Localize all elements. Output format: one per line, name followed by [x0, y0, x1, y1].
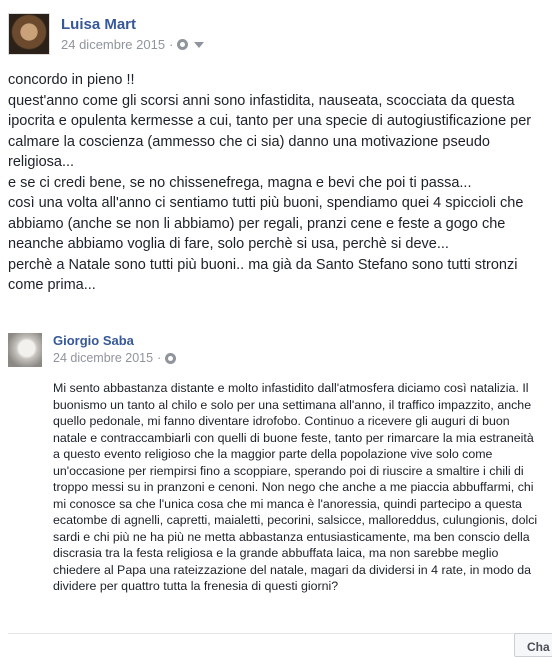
post-date[interactable]: 24 dicembre 2015	[61, 37, 165, 52]
post-paragraph: perchè a Natale sono tutti più buoni.. m…	[8, 256, 518, 294]
reply-text: Mi sento abbastanza distante e molto inf…	[53, 381, 538, 593]
post-paragraph: concordo in pieno !!	[8, 72, 135, 88]
divider	[8, 633, 544, 634]
post-meta: 24 dicembre 2015 ·	[61, 37, 205, 52]
reply-author-avatar[interactable]	[8, 333, 42, 367]
post-body: concordo in pieno !! quest'anno come gli…	[8, 70, 544, 296]
chevron-down-icon[interactable]	[194, 41, 205, 48]
facebook-post: Luisa Mart 24 dicembre 2015 · concordo i…	[0, 0, 552, 657]
reply-author-name[interactable]: Giorgio Saba	[53, 333, 134, 348]
post-paragraph: così una volta all'anno ci sentiamo tutt…	[8, 195, 524, 252]
reply-meta: 24 dicembre 2015 ·	[53, 351, 177, 365]
reply-body: Mi sento abbastanza distante e molto inf…	[53, 380, 539, 595]
meta-separator: ·	[157, 351, 162, 365]
meta-separator: ·	[169, 37, 174, 52]
globe-icon	[177, 39, 189, 50]
author-avatar[interactable]	[8, 13, 50, 55]
globe-icon	[165, 352, 177, 364]
reply-date[interactable]: 24 dicembre 2015	[53, 351, 153, 365]
post-author-name[interactable]: Luisa Mart	[61, 16, 136, 33]
shared-reply: Giorgio Saba 24 dicembre 2015 · Mi sento…	[0, 328, 552, 649]
post-paragraph: e se ci credi bene, se no chissenefrega,…	[8, 174, 472, 191]
post-paragraph: quest'anno come gli scorsi anni sono inf…	[8, 92, 532, 171]
chat-button[interactable]: Cha	[514, 633, 552, 657]
